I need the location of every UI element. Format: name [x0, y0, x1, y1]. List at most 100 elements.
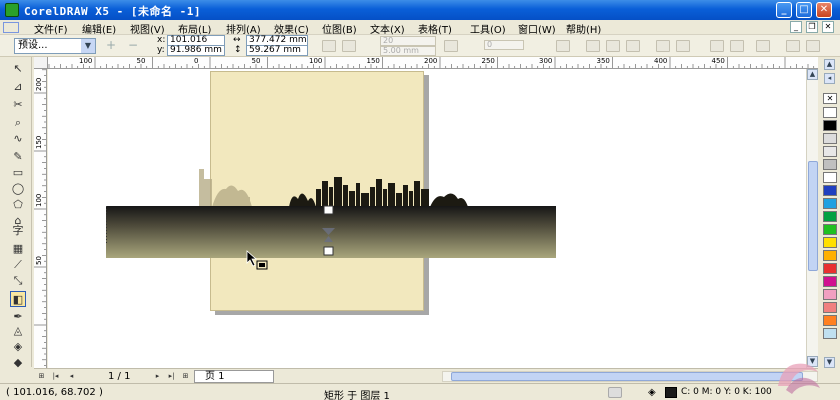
loop-blend-icon[interactable] — [556, 40, 570, 52]
clear-blend-icon[interactable] — [756, 40, 770, 52]
add-preset-button[interactable]: + — [104, 39, 118, 53]
vertical-ruler[interactable]: 200 150 100 50 — [34, 69, 47, 368]
text-tool-icon[interactable]: 字 — [10, 223, 26, 239]
menu-item[interactable]: 编辑(E) — [82, 21, 116, 36]
horizontal-ruler[interactable]: 100 50 0 50 100 150 200 250 300 350 400 450 — [48, 57, 818, 69]
crop-tool-icon[interactable]: ✂ — [10, 97, 26, 113]
page-options-icon[interactable]: ⊞ — [36, 371, 47, 382]
color-blend-icon[interactable] — [606, 40, 620, 52]
zoom-tool-icon[interactable]: ⌕ — [10, 115, 26, 131]
lock-icon[interactable] — [786, 40, 800, 52]
color-proof-icon[interactable] — [608, 387, 622, 398]
vertical-scrollbar[interactable]: ▲ ▼ — [806, 69, 818, 368]
close-button[interactable]: ✕ — [816, 2, 832, 18]
minimize-button[interactable]: _ — [776, 2, 792, 18]
copy-blend-icon[interactable] — [730, 40, 744, 52]
height-field[interactable]: 59.267 mm — [246, 45, 308, 56]
menu-item[interactable]: 表格(T) — [418, 21, 452, 36]
menu-item[interactable]: 帮助(H) — [566, 21, 601, 36]
color-swatch[interactable] — [823, 185, 837, 196]
menu-item[interactable]: 窗口(W) — [518, 21, 556, 36]
menu-item[interactable]: 布局(L) — [178, 21, 211, 36]
fill-bucket-icon[interactable]: ◈ — [648, 387, 661, 398]
doc-minimize-button[interactable]: _ — [790, 21, 802, 33]
smart-fill-tool-icon[interactable]: ✎ — [10, 149, 26, 165]
palette-scroll-up-button[interactable]: ▲ — [824, 59, 835, 70]
doc-close-button[interactable]: ✕ — [822, 21, 834, 33]
color-swatch[interactable] — [823, 211, 837, 222]
blend-end-handle[interactable] — [323, 246, 334, 256]
horizontal-scroll-thumb[interactable] — [451, 372, 803, 381]
preset-dropdown[interactable]: 预设... ▼ — [14, 38, 96, 54]
interactive-blend-tool-icon[interactable]: ◧ — [10, 291, 26, 307]
menu-item[interactable]: 视图(V) — [130, 21, 165, 36]
add-page-button[interactable]: ⊞ — [180, 371, 191, 382]
y-position-field[interactable]: 91.986 mm — [167, 45, 225, 56]
blend-path-icon[interactable] — [342, 40, 356, 52]
blend-angle-field[interactable]: 0 — [484, 40, 524, 50]
outline-tool-icon[interactable]: ◬ — [10, 323, 26, 339]
coreldraw-app-icon[interactable] — [5, 3, 19, 17]
no-color-swatch[interactable]: ✕ — [823, 93, 837, 104]
horizontal-scrollbar[interactable] — [442, 371, 818, 382]
fill-tool-icon[interactable]: ◈ — [10, 339, 26, 355]
ellipse-tool-icon[interactable]: ◯ — [10, 181, 26, 197]
chevron-down-icon[interactable]: ▼ — [81, 39, 95, 53]
menu-item[interactable]: 效果(C) — [274, 21, 309, 36]
blend-start-handle[interactable] — [323, 205, 334, 215]
color-swatch[interactable] — [823, 120, 837, 131]
color-swatch[interactable] — [823, 276, 837, 287]
remove-preset-button[interactable]: − — [126, 39, 140, 53]
color-swatch[interactable] — [823, 289, 837, 300]
dimension-tool-icon[interactable]: ⟋ — [10, 257, 26, 273]
start-end-icon[interactable] — [676, 40, 690, 52]
menu-item[interactable]: 文本(X) — [370, 21, 405, 36]
color-swatch[interactable] — [823, 328, 837, 339]
scroll-up-button[interactable]: ▲ — [807, 69, 818, 80]
palette-scroll-down-button[interactable]: ▼ — [824, 357, 835, 368]
rectangle-tool-icon[interactable]: ▭ — [10, 165, 26, 181]
interactive-fill-tool-icon[interactable]: ◆ — [10, 355, 26, 371]
color-swatch[interactable] — [823, 263, 837, 274]
color-swatch[interactable] — [823, 315, 837, 326]
drawing-canvas[interactable] — [48, 69, 806, 368]
first-page-button[interactable]: |◂ — [50, 371, 61, 382]
color-swatch[interactable] — [823, 133, 837, 144]
color-swatch[interactable] — [823, 159, 837, 170]
blend-artwork[interactable] — [106, 169, 556, 259]
blend-direct-icon[interactable] — [322, 40, 336, 52]
next-page-button[interactable]: ▸ — [152, 371, 163, 382]
blend-rotation-icon[interactable] — [444, 40, 458, 52]
table-tool-icon[interactable]: ▦ — [10, 241, 26, 257]
shape-tool-icon[interactable]: ⊿ — [10, 79, 26, 95]
color-swatch[interactable] — [823, 146, 837, 157]
previous-page-button[interactable]: ◂ — [66, 371, 77, 382]
menu-item[interactable]: 位图(B) — [322, 21, 357, 36]
page-tab[interactable]: 页 1 — [194, 370, 274, 383]
color-swatch[interactable] — [823, 172, 837, 183]
polygon-tool-icon[interactable]: ⬠ — [10, 197, 26, 213]
freehand-tool-icon[interactable]: ∿ — [10, 131, 26, 147]
last-page-button[interactable]: ▸| — [166, 371, 177, 382]
menu-item[interactable]: 工具(O) — [470, 21, 506, 36]
options-icon[interactable] — [806, 40, 820, 52]
path-props-icon[interactable] — [710, 40, 724, 52]
maximize-button[interactable]: □ — [796, 2, 812, 18]
color-swatch[interactable] — [823, 198, 837, 209]
blend-spacing-field[interactable]: 5.00 mm — [380, 46, 436, 56]
vertical-scroll-thumb[interactable] — [808, 161, 818, 271]
misc-blend-icon[interactable] — [656, 40, 670, 52]
connector-tool-icon[interactable]: ⤡ — [10, 273, 26, 289]
color-swatch[interactable] — [823, 237, 837, 248]
pick-tool-icon[interactable]: ↖ — [10, 61, 26, 77]
color-swatch[interactable] — [823, 224, 837, 235]
menu-item[interactable]: 排列(A) — [226, 21, 261, 36]
fill-color-swatch[interactable] — [665, 387, 677, 398]
palette-flyout-button[interactable]: ◂ — [824, 73, 835, 84]
doc-restore-button[interactable]: ❐ — [806, 21, 818, 33]
color-swatch[interactable] — [823, 107, 837, 118]
color-swatch[interactable] — [823, 302, 837, 313]
blend-steps-field[interactable]: 20 — [380, 36, 436, 46]
color-swatch[interactable] — [823, 250, 837, 261]
object-color-accel-icon[interactable] — [586, 40, 600, 52]
